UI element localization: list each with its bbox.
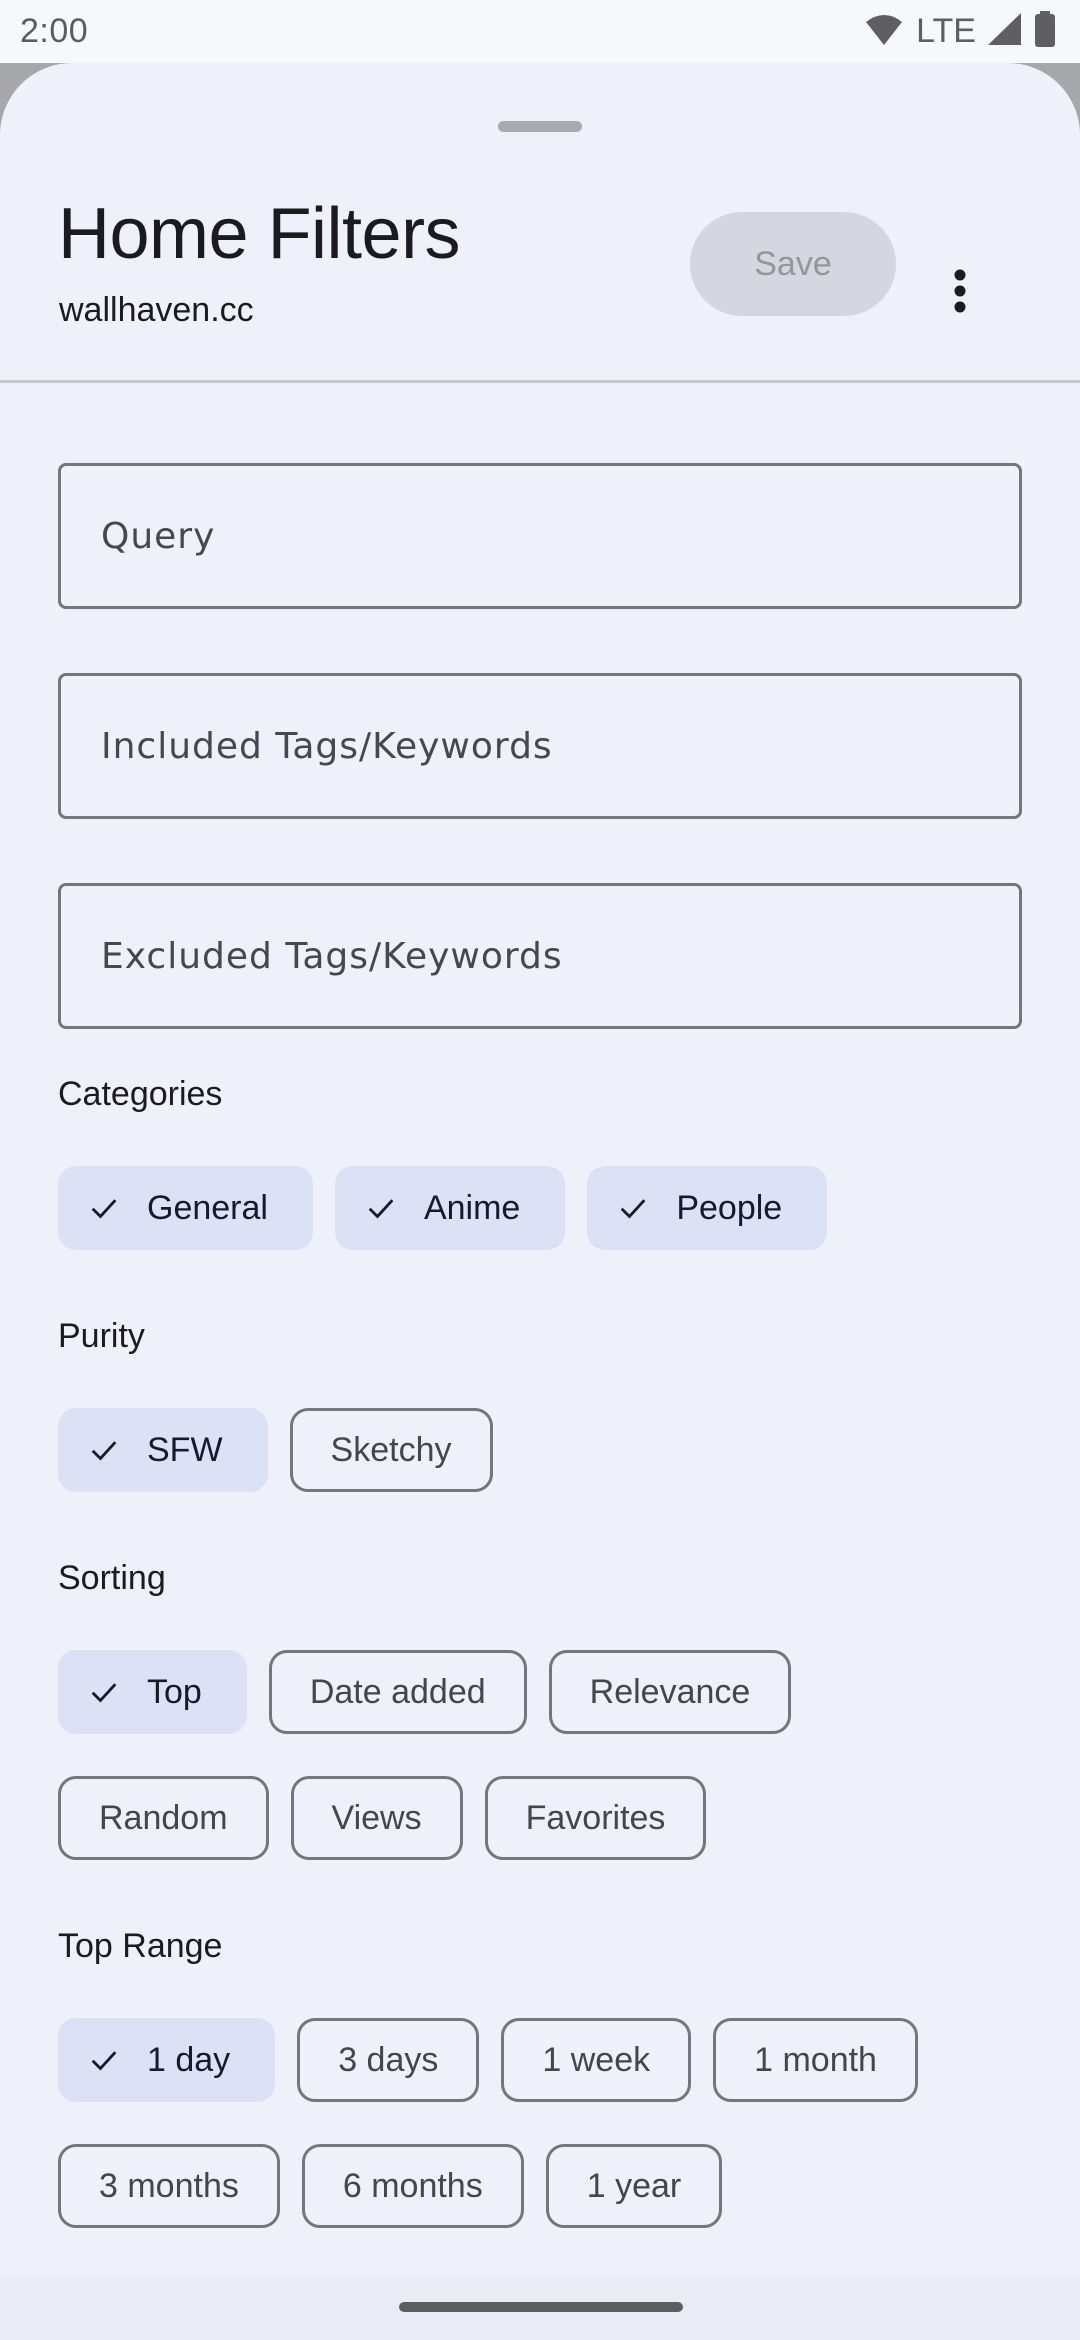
filter-chip-anime[interactable]: Anime <box>334 1166 566 1250</box>
filter-chip-3-months[interactable]: 3 months <box>58 2144 280 2228</box>
categories-label: Categories <box>58 1075 223 1113</box>
filter-chip-general[interactable]: General <box>58 1166 313 1250</box>
check-icon <box>87 1191 121 1225</box>
purity-chip-row: SFW Sketchy <box>58 1408 493 1492</box>
chip-label: 1 year <box>586 2166 682 2205</box>
purity-label: Purity <box>58 1317 145 1355</box>
source-subtitle: wallhaven.cc <box>59 291 254 329</box>
chip-label: 3 months <box>99 2166 239 2205</box>
chip-label: People <box>676 1188 783 1227</box>
chip-label: 1 month <box>754 2040 877 2079</box>
filter-chip-date-added[interactable]: Date added <box>268 1650 527 1734</box>
chip-label: General <box>147 1188 268 1227</box>
excluded-tags-placeholder: Excluded Tags/Keywords <box>101 935 563 977</box>
filter-chip-1-year[interactable]: 1 year <box>545 2144 723 2228</box>
top-range-chip-row-1: 1 day 3 days 1 week 1 month <box>58 2018 918 2102</box>
home-gesture-handle[interactable] <box>399 2302 683 2312</box>
chip-label: 1 week <box>542 2040 651 2079</box>
excluded-tags-input[interactable]: Excluded Tags/Keywords <box>58 883 1022 1029</box>
chip-label: SFW <box>147 1430 223 1469</box>
filter-chip-favorites[interactable]: Favorites <box>484 1776 707 1860</box>
filter-chip-random[interactable]: Random <box>58 1776 269 1860</box>
filters-bottom-sheet: Home Filters wallhaven.cc Save Query Inc… <box>0 63 1080 2340</box>
cell-signal-icon <box>988 13 1022 50</box>
status-bar: 2:00 LTE <box>0 0 1080 63</box>
chip-label: Views <box>331 1798 422 1837</box>
included-tags-input[interactable]: Included Tags/Keywords <box>58 673 1022 819</box>
filter-chip-1-month[interactable]: 1 month <box>713 2018 918 2102</box>
save-button-label: Save <box>754 244 832 283</box>
drag-handle[interactable] <box>498 121 582 132</box>
battery-icon <box>1034 11 1056 52</box>
chip-label: Top <box>147 1672 202 1711</box>
filter-chip-top[interactable]: Top <box>58 1650 247 1734</box>
status-icons: LTE <box>864 11 1060 52</box>
header-divider <box>0 380 1080 383</box>
more-vert-icon <box>953 269 967 318</box>
sorting-chip-row-1: Top Date added Relevance <box>58 1650 792 1734</box>
status-time: 2:00 <box>20 12 89 50</box>
included-tags-placeholder: Included Tags/Keywords <box>101 725 553 767</box>
sorting-label: Sorting <box>58 1559 166 1597</box>
sorting-chip-row-2: Random Views Favorites <box>58 1776 707 1860</box>
more-options-button[interactable] <box>935 258 985 328</box>
filter-chip-views[interactable]: Views <box>290 1776 463 1860</box>
save-button[interactable]: Save <box>690 212 896 316</box>
check-icon <box>87 1433 121 1467</box>
top-range-label: Top Range <box>58 1927 223 1965</box>
check-icon <box>87 2043 121 2077</box>
chip-label: Date added <box>309 1672 486 1711</box>
lte-label: LTE <box>916 12 976 50</box>
wifi-icon <box>864 12 904 51</box>
chip-label: Anime <box>423 1188 521 1227</box>
chip-label: Favorites <box>525 1798 666 1837</box>
chip-label: Relevance <box>589 1672 751 1711</box>
chip-label: 1 day <box>147 2040 231 2079</box>
filter-chip-relevance[interactable]: Relevance <box>548 1650 792 1734</box>
chip-label: Random <box>99 1798 228 1837</box>
filter-chip-sfw[interactable]: SFW <box>58 1408 268 1492</box>
query-placeholder: Query <box>101 515 216 557</box>
filter-chip-1-day[interactable]: 1 day <box>58 2018 276 2102</box>
chip-label: 3 days <box>338 2040 439 2079</box>
filter-chip-3-days[interactable]: 3 days <box>297 2018 480 2102</box>
filter-chip-1-week[interactable]: 1 week <box>501 2018 692 2102</box>
check-icon <box>87 1675 121 1709</box>
check-icon <box>616 1191 650 1225</box>
page-title: Home Filters <box>58 194 461 274</box>
chip-label: 6 months <box>342 2166 483 2205</box>
categories-chip-row: General Anime People <box>58 1166 828 1250</box>
filter-chip-sketchy[interactable]: Sketchy <box>289 1408 493 1492</box>
query-input[interactable]: Query <box>58 463 1022 609</box>
top-range-chip-row-2: 3 months 6 months 1 year <box>58 2144 723 2228</box>
filter-chip-6-months[interactable]: 6 months <box>301 2144 524 2228</box>
filter-chip-people[interactable]: People <box>587 1166 828 1250</box>
check-icon <box>364 1191 398 1225</box>
chip-label: Sketchy <box>330 1430 452 1469</box>
